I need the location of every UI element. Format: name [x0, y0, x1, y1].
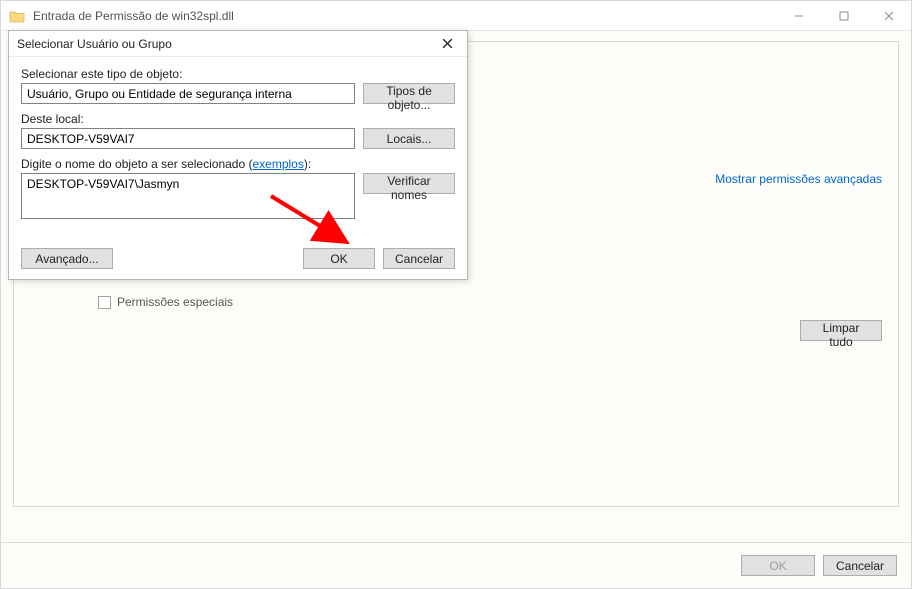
spacer — [121, 248, 295, 269]
parent-ok-button[interactable]: OK — [741, 555, 815, 576]
maximize-button[interactable] — [821, 1, 866, 30]
select-user-dialog: Selecionar Usuário ou Grupo Selecionar e… — [8, 30, 468, 280]
parent-title: Entrada de Permissão de win32spl.dll — [33, 9, 776, 23]
dialog-cancel-button[interactable]: Cancelar — [383, 248, 455, 269]
parent-cancel-button[interactable]: Cancelar — [823, 555, 897, 576]
location-input[interactable] — [21, 128, 355, 149]
dialog-ok-button[interactable]: OK — [303, 248, 375, 269]
object-type-label: Selecionar este tipo de objeto: — [21, 67, 455, 81]
minimize-button[interactable] — [776, 1, 821, 30]
object-type-input[interactable] — [21, 83, 355, 104]
object-types-button[interactable]: Tipos de objeto... — [363, 83, 455, 104]
dialog-titlebar: Selecionar Usuário ou Grupo — [9, 31, 467, 57]
object-name-label: Digite o nome do objeto a ser selecionad… — [21, 157, 455, 171]
advanced-button[interactable]: Avançado... — [21, 248, 113, 269]
advanced-permissions-link[interactable]: Mostrar permissões avançadas — [715, 172, 882, 186]
clear-all-button[interactable]: Limpar tudo — [800, 320, 882, 341]
titlebar-controls — [776, 1, 911, 30]
location-label: Deste local: — [21, 112, 455, 126]
locations-button[interactable]: Locais... — [363, 128, 455, 149]
dialog-title: Selecionar Usuário ou Grupo — [17, 37, 435, 51]
parent-footer: OK Cancelar — [1, 542, 911, 588]
examples-link[interactable]: exemplos — [252, 157, 303, 171]
special-permissions-checkbox[interactable] — [98, 296, 111, 309]
dialog-close-button[interactable] — [435, 32, 459, 56]
object-name-label-suffix: ): — [304, 157, 311, 171]
dialog-body: Selecionar este tipo de objeto: Tipos de… — [9, 57, 467, 279]
dialog-footer: Avançado... OK Cancelar — [21, 248, 455, 269]
folder-icon — [9, 9, 25, 23]
object-name-label-prefix: Digite o nome do objeto a ser selecionad… — [21, 157, 252, 171]
parent-titlebar: Entrada de Permissão de win32spl.dll — [1, 1, 911, 31]
special-permissions-label: Permissões especiais — [117, 295, 233, 309]
close-button[interactable] — [866, 1, 911, 30]
verify-names-button[interactable]: Verificar nomes — [363, 173, 455, 194]
special-permissions-checkbox-row: Permissões especiais — [98, 295, 233, 309]
object-name-input[interactable] — [21, 173, 355, 219]
